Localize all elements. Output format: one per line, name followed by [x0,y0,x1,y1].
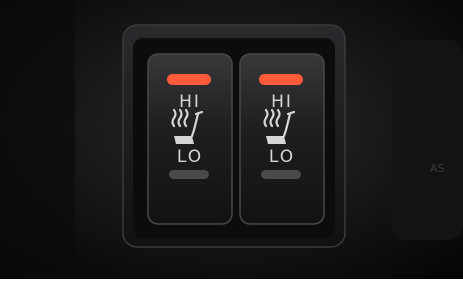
left-seat-heater-switch[interactable] [146,52,234,228]
hi-indicator-light [259,74,303,85]
lo-indicator-light [169,170,209,179]
right-hi-label: HI [271,92,293,112]
adjacent-switch [392,40,463,240]
lo-indicator-light [261,170,301,179]
left-hi-label: HI [179,92,201,112]
hi-indicator-light [167,74,211,85]
heated-seat-switch-photo: AS HI LO HI LO [0,0,463,279]
adjacent-switch-glyphs: AS [430,162,445,175]
left-lo-label: LO [176,147,204,167]
right-seat-heater-switch[interactable] [238,52,326,228]
right-lo-label: LO [268,147,296,167]
